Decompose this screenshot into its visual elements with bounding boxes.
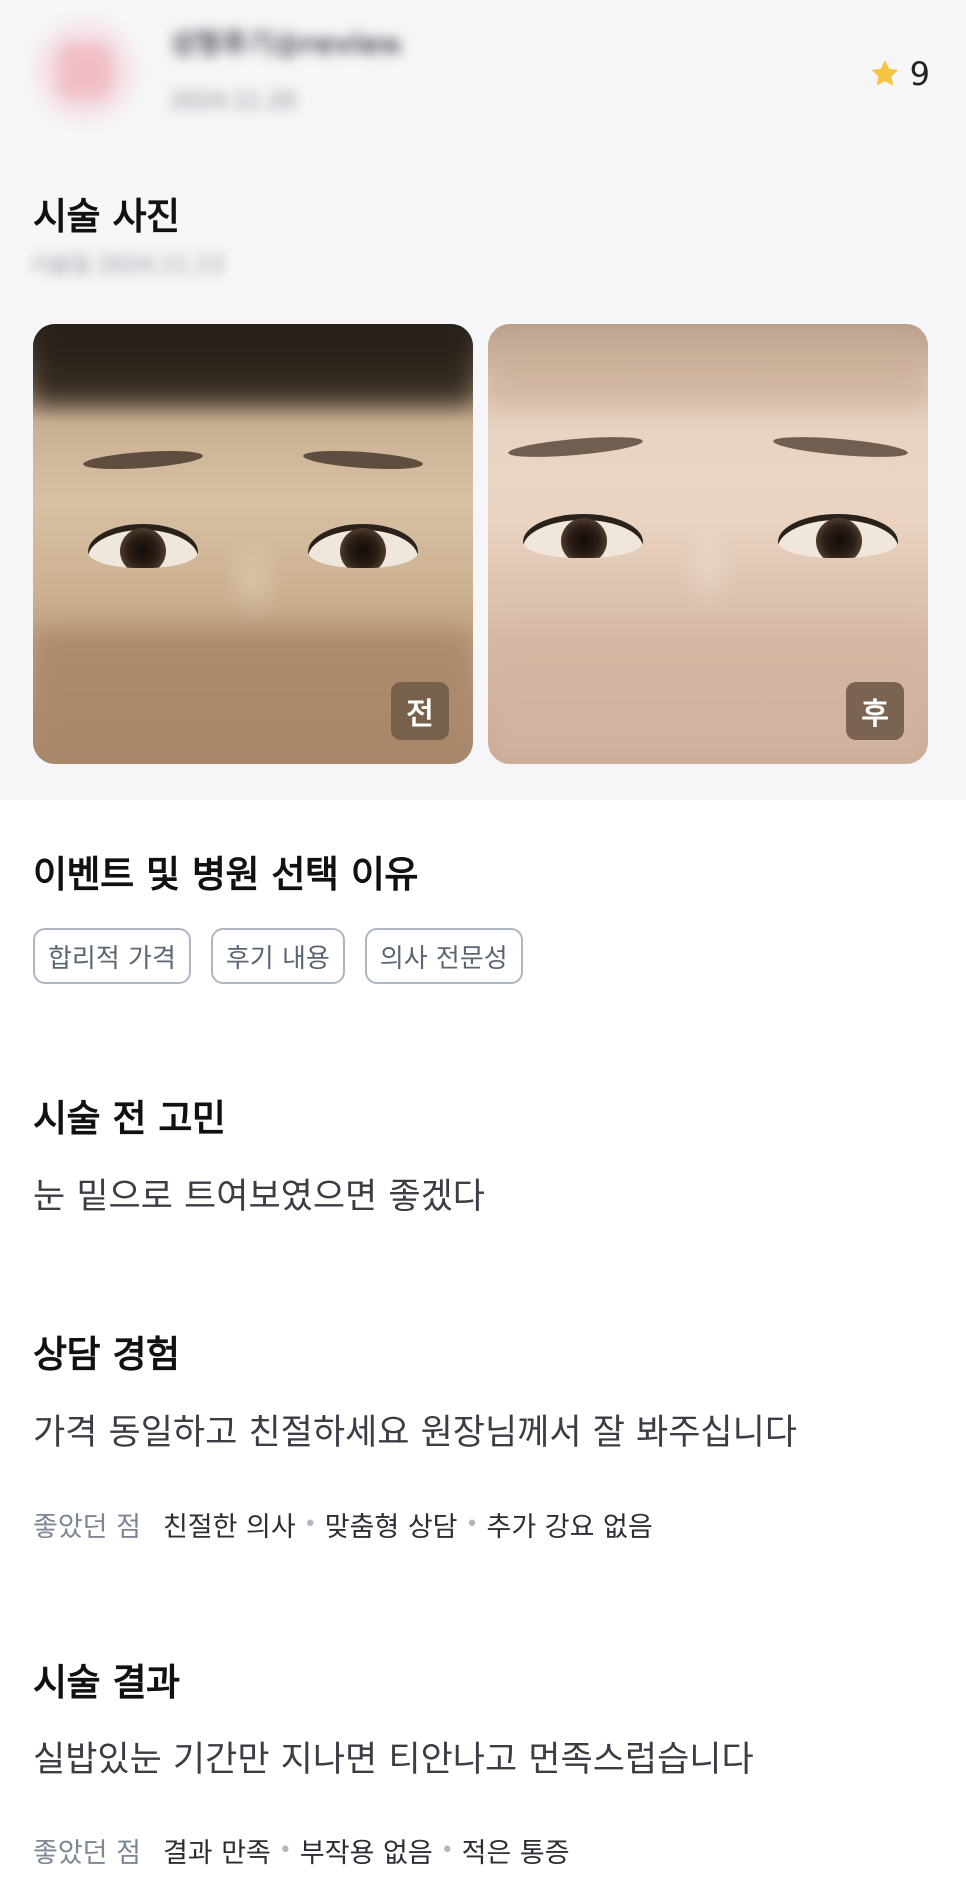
separator-dot: • — [278, 1838, 292, 1863]
eyebrow-right — [772, 433, 909, 461]
like-item: 결과 만족 — [162, 1838, 271, 1869]
eye-left — [523, 514, 643, 558]
photos-title: 시술 사진 — [33, 195, 180, 238]
photos-date: 시술일 2024.11.13 — [30, 253, 224, 278]
eyebrow-left — [507, 433, 644, 461]
separator-dot: • — [465, 1512, 479, 1537]
likes-label: 좋았던 점 — [33, 1838, 141, 1869]
before-badge: 전 — [391, 682, 449, 740]
review-date: 2024.11.20 — [170, 89, 296, 114]
like-item: 맞춤형 상담 — [324, 1512, 458, 1543]
eye-right — [778, 514, 898, 558]
consultation-likes: 좋았던 점 친절한 의사 • 맞춤형 상담 • 추가 강요 없음 — [33, 1505, 653, 1544]
like-item: 부작용 없음 — [299, 1838, 433, 1869]
after-badge: 후 — [846, 682, 904, 740]
rating-value: 9 — [909, 55, 930, 93]
separator-dot: • — [440, 1838, 454, 1863]
eyebrow-left — [82, 447, 204, 473]
reason-tag: 의사 전문성 — [364, 928, 523, 984]
concern-text: 눈 밑으로 트여보였으면 좋겠다 — [33, 1177, 485, 1217]
review-header: 성형후기@review 2024.11.20 9 — [0, 0, 966, 150]
rating: 9 — [868, 52, 930, 96]
consultation-text: 가격 동일하고 친절하세요 원장님께서 잘 봐주십니다 — [33, 1413, 798, 1453]
photo-blur-top — [33, 324, 473, 404]
photo-blur-top — [488, 324, 928, 404]
like-item: 친절한 의사 — [162, 1512, 296, 1543]
nose — [678, 524, 738, 614]
result-title: 시술 결과 — [33, 1661, 180, 1704]
eyebrow-right — [302, 447, 424, 473]
before-photo[interactable]: 전 — [33, 324, 473, 764]
reason-tag: 후기 내용 — [210, 928, 345, 984]
eye-left — [88, 524, 198, 568]
result-text: 실밥있눈 기간만 지나면 티안나고 먼족스럽습니다 — [33, 1740, 754, 1780]
like-item: 적은 통증 — [461, 1838, 570, 1869]
eye-right — [308, 524, 418, 568]
likes-label: 좋았던 점 — [33, 1512, 141, 1543]
like-item: 추가 강요 없음 — [486, 1512, 653, 1543]
after-photo[interactable]: 후 — [488, 324, 928, 764]
star-icon — [871, 60, 899, 86]
result-likes: 좋았던 점 결과 만족 • 부작용 없음 • 적은 통증 — [33, 1831, 570, 1870]
reasons-title: 이벤트 및 병원 선택 이유 — [33, 853, 418, 896]
separator-dot: • — [303, 1512, 317, 1537]
avatar-image — [58, 44, 112, 98]
nose — [223, 534, 283, 624]
consultation-title: 상담 경험 — [33, 1333, 180, 1376]
username[interactable]: 성형후기@review — [170, 20, 400, 68]
concern-title: 시술 전 고민 — [33, 1097, 226, 1140]
reason-tag: 합리적 가격 — [33, 928, 191, 984]
reason-tags: 합리적 가격 후기 내용 의사 전문성 — [33, 928, 523, 984]
